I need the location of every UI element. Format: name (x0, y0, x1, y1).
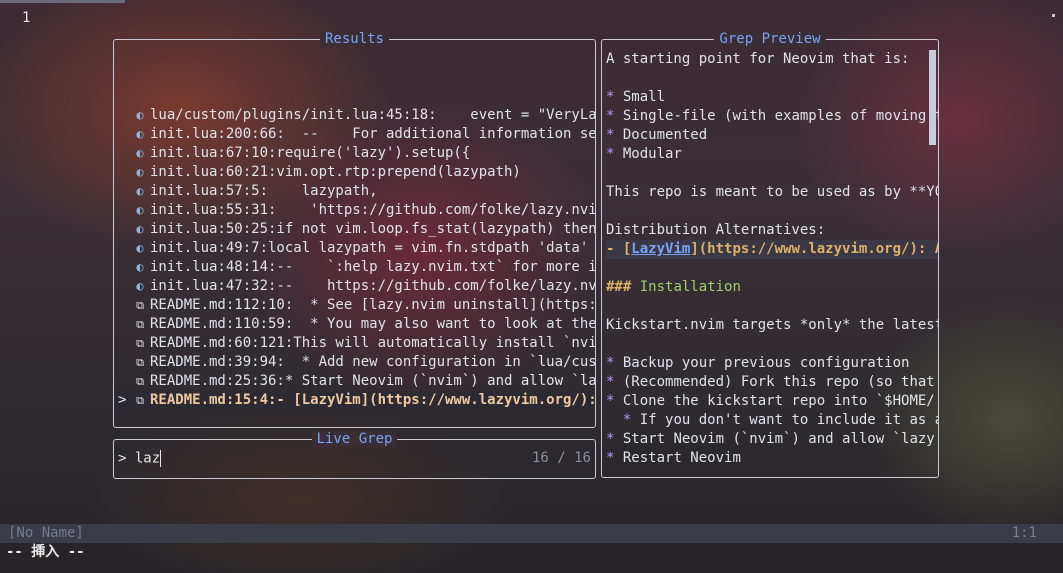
preview-line: * If you don't want to include it as a (606, 412, 938, 428)
lua-icon: ◐ (136, 260, 144, 274)
result-row[interactable]: ◐ init.lua:60:21:vim.opt.rtp:prepend(lazy… (114, 163, 595, 182)
lua-icon: ◐ (136, 222, 144, 236)
result-row[interactable]: ◐ init.lua:50:25:if not vim.loop.fs_stat(… (114, 220, 595, 239)
grep-preview-panel: Grep Preview A starting point for Neovim… (601, 31, 939, 478)
preview-line: * Start Neovim (`nvim`) and allow `lazy.… (606, 431, 938, 447)
lua-icon: ◐ (136, 241, 144, 255)
result-text: init.lua:49:7:local lazypath = vim.fn.st… (150, 240, 595, 256)
preview-content[interactable]: A starting point for Neovim that is: * Sm… (606, 50, 938, 468)
result-text: README.md:60:121:This will automatically… (150, 335, 595, 351)
lua-icon: ◐ (136, 146, 144, 160)
result-row[interactable]: ◐ init.lua:57:5: lazypath, (114, 182, 595, 201)
preview-line: * Single-file (with examples of moving t (606, 108, 938, 124)
live-grep-panel[interactable]: Live Grep > laz 16 / 16 (113, 431, 596, 479)
result-row[interactable]: ◐ init.lua:47:32:-- https://github.com/fo… (114, 277, 595, 296)
preview-line: ### Installation (606, 279, 741, 295)
result-text: init.lua:50:25:if not vim.loop.fs_stat(l… (150, 221, 595, 237)
search-query[interactable]: laz (135, 451, 160, 467)
preview-line: This repo is meant to be used as by **YO… (606, 184, 938, 200)
result-text: init.lua:67:10:require('lazy').setup({ (150, 145, 471, 161)
lua-icon: ◐ (136, 203, 144, 217)
preview-line: * Backup your previous configuration (606, 355, 910, 371)
preview-line: Distribution Alternatives: (606, 222, 826, 238)
preview-line (606, 297, 938, 316)
result-text: README.md:110:59: * You may also want to… (150, 316, 595, 332)
tab-indicator (0, 0, 125, 3)
live-grep-title: Live Grep (311, 431, 398, 447)
result-text: README.md:25:36:* Start Neovim (`nvim`) … (150, 373, 595, 389)
preview-line (606, 69, 938, 88)
markdown-icon: ⧉ (136, 356, 144, 369)
markdown-icon: ⧉ (136, 394, 144, 407)
result-count: 16 / 16 (531, 450, 591, 466)
line-number: 1 (22, 10, 31, 26)
preview-line (606, 259, 938, 278)
search-input[interactable]: > laz (118, 450, 162, 467)
result-row[interactable]: ⧉ README.md:112:10: * See [lazy.nvim unin… (114, 296, 595, 315)
result-row[interactable]: ◐ init.lua:55:31: 'https://github.com/fol… (114, 201, 595, 220)
scroll-indicator (1052, 14, 1055, 17)
text-cursor (160, 450, 162, 467)
result-row[interactable]: ⧉ README.md:39:94: * Add new configuratio… (114, 353, 595, 372)
lua-icon: ◐ (136, 184, 144, 198)
results-title: Results (319, 31, 389, 47)
result-row[interactable]: ◐ init.lua:200:66: -- For additional info… (114, 125, 595, 144)
preview-line: * Small (606, 89, 666, 105)
preview-title: Grep Preview (714, 31, 826, 47)
preview-line: A starting point for Neovim that is: (606, 51, 910, 67)
preview-line: * Documented (606, 127, 708, 143)
preview-line (606, 202, 938, 221)
selection-caret: > (118, 392, 127, 408)
result-row[interactable]: ⧉ README.md:25:36:* Start Neovim (`nvim`)… (114, 372, 595, 391)
markdown-icon: ⧉ (136, 375, 144, 388)
preview-line: * (Recommended) Fork this repo (so that … (606, 374, 938, 390)
result-text: init.lua:48:14:-- `:help lazy.nvim.txt` … (150, 259, 595, 275)
result-row[interactable]: ◐ init.lua:67:10:require('lazy').setup({ (114, 144, 595, 163)
result-row[interactable]: ⧉ README.md:60:121:This will automaticall… (114, 334, 595, 353)
result-row[interactable]: ◐ init.lua:49:7:local lazypath = vim.fn.s… (114, 239, 595, 258)
preview-line: - [LazyVim](https://www.lazyvim.org/): A (606, 240, 938, 259)
preview-link: LazyVim (631, 241, 691, 257)
status-line: [No Name] 1:1 (0, 524, 1063, 543)
result-text: README.md:15:4:- [LazyVim](https://www.l… (150, 392, 595, 408)
cursor-position: 1:1 (1011, 525, 1037, 541)
result-text: init.lua:55:31: 'https://github.com/folk… (150, 202, 595, 218)
result-row[interactable]: > ⧉ README.md:15:4:- [LazyVim](https://www… (114, 391, 595, 410)
result-text: init.lua:200:66: -- For additional infor… (150, 126, 595, 142)
lua-icon: ◐ (136, 279, 144, 293)
markdown-icon: ⧉ (136, 299, 144, 312)
preview-line: * Clone the kickstart repo into `$HOME/.… (606, 393, 938, 409)
markdown-icon: ⧉ (136, 337, 144, 350)
result-text: init.lua:57:5: lazypath, (150, 183, 378, 199)
result-text: init.lua:60:21:vim.opt.rtp:prepend(lazyp… (150, 164, 521, 180)
buffer-name: [No Name] (8, 525, 84, 541)
results-list[interactable]: ◐ lua/custom/plugins/init.lua:45:18: even… (114, 106, 595, 410)
markdown-icon: ⧉ (136, 318, 144, 331)
prompt-symbol: > (118, 450, 135, 467)
result-row[interactable]: ◐ init.lua:48:14:-- `:help lazy.nvim.txt`… (114, 258, 595, 277)
results-panel: Results ◐ lua/custom/plugins/init.lua:45:… (113, 31, 596, 428)
preview-line: * Restart Neovim (606, 450, 741, 466)
lua-icon: ◐ (136, 127, 144, 141)
result-text: README.md:39:94: * Add new configuration… (150, 354, 595, 370)
lua-icon: ◐ (136, 108, 144, 122)
preview-scrollbar[interactable] (929, 50, 936, 145)
lua-icon: ◐ (136, 165, 144, 179)
preview-line: * Modular (606, 146, 682, 162)
bullet-marker: * (606, 412, 632, 428)
preview-line (606, 335, 938, 354)
result-row[interactable]: ◐ lua/custom/plugins/init.lua:45:18: even… (114, 106, 595, 125)
result-text: lua/custom/plugins/init.lua:45:18: event… (150, 107, 595, 123)
result-text: README.md:112:10: * See [lazy.nvim unins… (150, 297, 595, 313)
result-text: init.lua:47:32:-- https://github.com/fol… (150, 278, 595, 294)
mode-indicator: -- 挿入 -- (6, 544, 85, 560)
result-row[interactable]: ⧉ README.md:110:59: * You may also want t… (114, 315, 595, 334)
preview-line (606, 164, 938, 183)
preview-line: Kickstart.nvim targets *only* the latest (606, 317, 938, 333)
